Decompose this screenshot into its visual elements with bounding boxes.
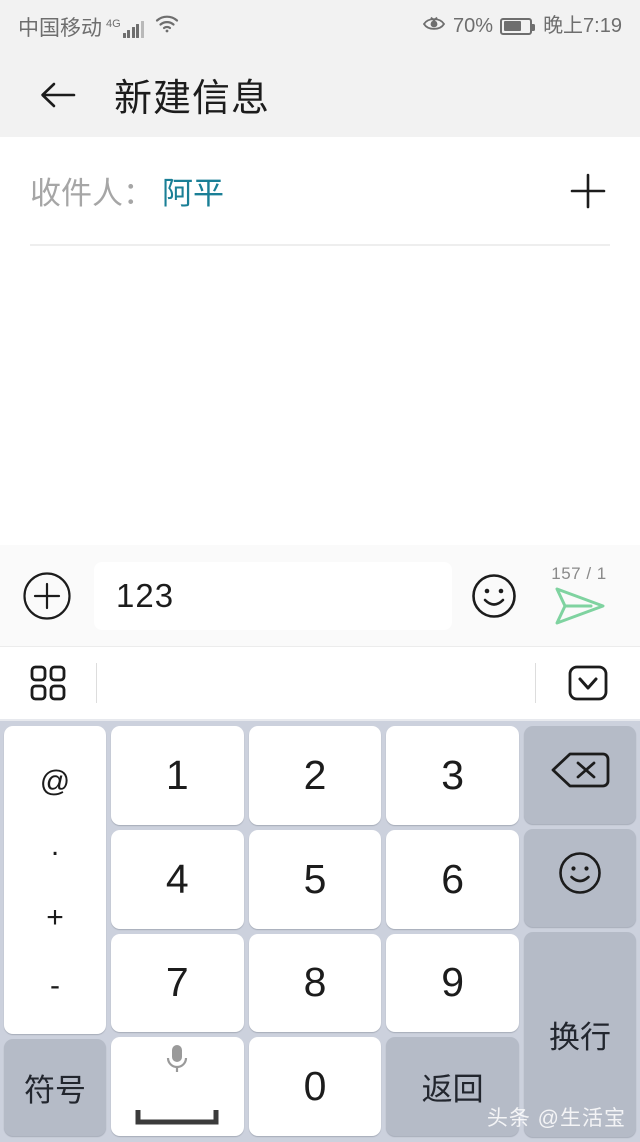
keyboard-row-3: 7 8 9 [111,933,520,1033]
key-emoji[interactable] [524,829,636,927]
key-minus[interactable]: - [50,971,60,1001]
keyboard-row-2: 4 5 6 [111,829,520,929]
key-2[interactable]: 2 [248,726,382,825]
signal-bars-icon [122,20,144,38]
smiley-icon [557,850,603,906]
recipient-row[interactable]: 收件人： 阿平 [0,137,640,244]
symbol-stack-key[interactable]: @ . + - [4,726,106,1034]
clock-label: 晚上7:19 [543,15,622,37]
chevron-down-icon[interactable] [562,661,614,705]
key-at[interactable]: @ [40,767,70,797]
send-paper-plane-icon[interactable] [551,585,607,627]
keyboard-number-area: 1 2 3 4 5 6 7 8 9 0 返回 [111,726,520,1136]
numeric-keyboard: @ . + - 符号 1 2 3 4 5 6 7 8 9 0 返回 换行 头条 … [0,721,640,1142]
recipient-label: 收件人： [30,176,154,211]
carrier-label: 中国移动 [18,16,102,40]
keyboard-function-column: 换行 [524,726,636,1137]
keyboard-row-1: 1 2 3 [111,726,520,825]
send-area[interactable]: 157 / 1 [540,564,618,627]
microphone-icon [159,1038,195,1085]
key-0[interactable]: 0 [248,1037,382,1136]
key-7[interactable]: 7 [111,933,244,1033]
key-plus[interactable]: + [46,903,64,933]
key-enter[interactable]: 换行 [524,932,636,1137]
page-title: 新建信息 [114,78,271,120]
back-arrow-icon[interactable] [38,75,78,115]
key-space[interactable] [111,1037,244,1136]
key-4[interactable]: 4 [111,829,244,929]
status-bar: 中国移动 4G 70% 晚上7:19 [0,0,640,52]
key-back[interactable]: 返回 [386,1037,520,1136]
key-symbol-mode[interactable]: 符号 [4,1039,106,1136]
eye-comfort-icon [422,15,446,38]
key-8[interactable]: 8 [248,933,382,1033]
battery-percent-label: 70% [453,15,494,37]
network-type-label: 4G [106,17,121,30]
toolbar-divider-left [96,663,97,703]
char-counter: 157 / 1 [551,564,607,583]
status-bar-right: 70% 晚上7:19 [422,15,622,38]
message-input-value[interactable]: 123 [116,577,174,615]
compose-bar: 123 157 / 1 [0,545,640,647]
recipient-section: 收件人： 阿平 [0,137,640,246]
key-6[interactable]: 6 [386,829,520,929]
key-1[interactable]: 1 [111,726,244,825]
status-bar-left: 中国移动 4G [18,14,180,39]
keyboard-row-4: 0 返回 [111,1037,520,1136]
key-period[interactable]: . [51,831,59,861]
keyboard-left-column: @ . + - 符号 [4,726,106,1136]
app-header: 新建信息 [0,52,640,137]
smiley-icon[interactable] [470,572,518,620]
grid-menu-icon[interactable] [26,661,70,705]
keyboard-toolbar [0,647,640,721]
message-body-area[interactable] [0,246,640,545]
message-input[interactable]: 123 [94,561,452,630]
key-9[interactable]: 9 [386,933,520,1033]
wifi-icon [154,13,180,38]
battery-icon [500,17,536,35]
backspace-icon [550,749,610,801]
plus-icon[interactable] [566,169,610,213]
space-bar-icon [135,1089,219,1136]
toolbar-divider-right [535,663,536,703]
recipient-value[interactable]: 阿平 [162,168,224,213]
plus-circle-icon[interactable] [22,571,72,621]
key-backspace[interactable] [524,726,636,824]
key-3[interactable]: 3 [386,726,520,825]
key-5[interactable]: 5 [248,829,382,929]
